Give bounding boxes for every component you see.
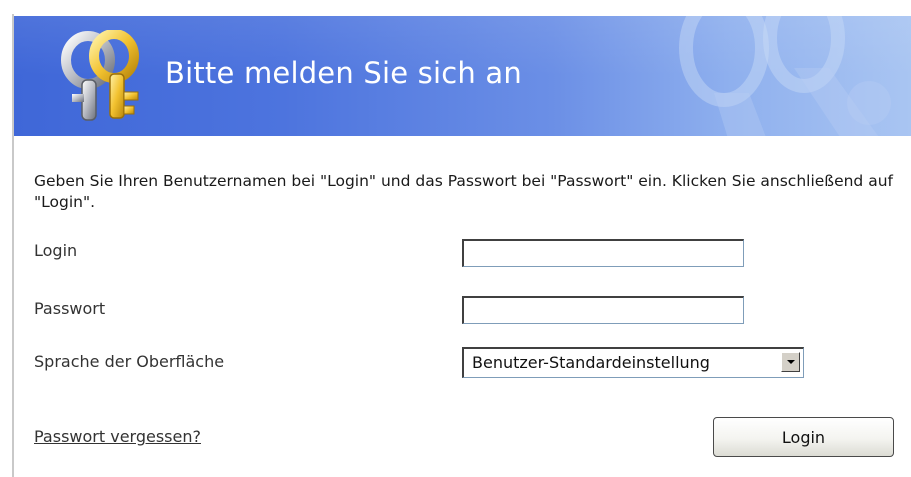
login-label: Login	[34, 241, 78, 260]
language-select[interactable]: Benutzer-Standardeinstellung	[462, 347, 804, 378]
login-page: Bitte melden Sie sich an Geben Sie Ihren…	[0, 0, 911, 477]
login-button[interactable]: Login	[713, 417, 894, 457]
language-select-value: Benutzer-Standardeinstellung	[472, 353, 710, 372]
forgot-password-link[interactable]: Passwort vergessen?	[34, 427, 201, 446]
login-instructions: Geben Sie Ihren Benutzernamen bei "Login…	[34, 172, 893, 211]
login-form: Geben Sie Ihren Benutzernamen bei "Login…	[14, 136, 911, 477]
login-header-banner: Bitte melden Sie sich an	[14, 16, 911, 136]
page-title: Bitte melden Sie sich an	[165, 56, 522, 90]
password-input[interactable]	[462, 296, 744, 324]
decorative-keys-graphic	[679, 16, 891, 136]
login-input[interactable]	[462, 239, 744, 267]
language-label: Sprache der Oberfläche	[34, 352, 225, 371]
chevron-down-icon[interactable]	[781, 352, 800, 372]
keys-icon	[61, 30, 139, 121]
password-label: Passwort	[34, 299, 106, 318]
